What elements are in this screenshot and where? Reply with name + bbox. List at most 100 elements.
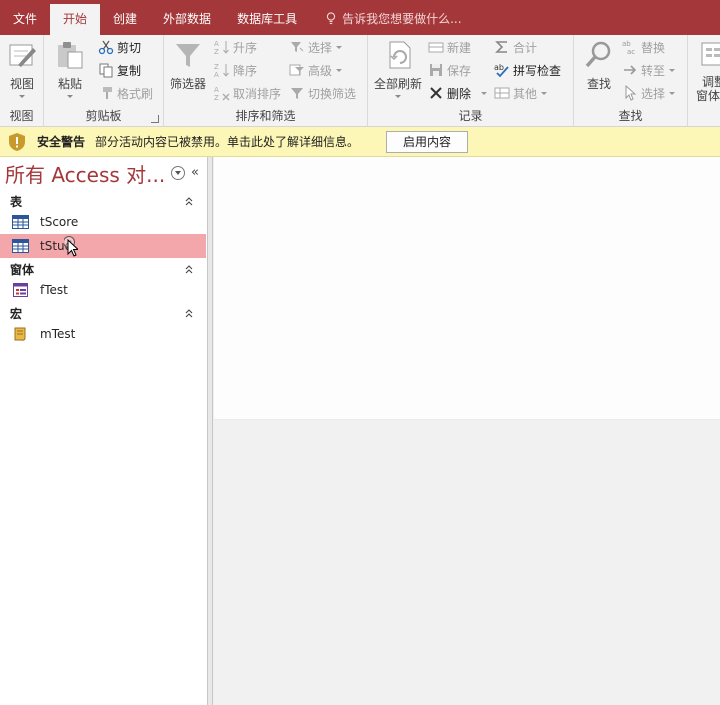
group-label-clipboard: 剪贴板 bbox=[85, 109, 122, 123]
toggle-filter-icon bbox=[291, 88, 303, 99]
table-grid-icon bbox=[494, 87, 510, 99]
select-button[interactable]: 选择 bbox=[622, 83, 676, 103]
sort-descending-icon: ZA bbox=[214, 63, 229, 78]
view-button[interactable]: 视图 bbox=[6, 39, 38, 98]
nav-item-ftest[interactable]: fTest bbox=[0, 278, 207, 302]
delete-x-icon bbox=[430, 87, 442, 99]
form-icon bbox=[13, 283, 28, 297]
table-icon bbox=[12, 215, 29, 229]
svg-text:ac: ac bbox=[627, 48, 635, 55]
view-design-icon bbox=[9, 44, 36, 67]
sigma-icon bbox=[495, 41, 507, 53]
clear-sort-icon: AZ bbox=[214, 86, 230, 101]
sort-ascending-icon: AZ bbox=[214, 40, 229, 55]
macro-scroll-icon bbox=[14, 327, 26, 341]
nav-title[interactable]: 所有 Access 对... bbox=[5, 159, 165, 188]
new-record-icon bbox=[428, 42, 444, 53]
group-label-views: 视图 bbox=[9, 109, 34, 123]
format-painter-icon bbox=[103, 87, 112, 99]
svg-text:Z: Z bbox=[214, 63, 219, 71]
workspace-background bbox=[214, 157, 720, 420]
group-clipboard: 粘贴 剪切 复制 格式刷 剪贴板 bbox=[44, 35, 164, 126]
refresh-all-button[interactable]: 全部刷新 bbox=[374, 39, 422, 98]
tab-external-data[interactable]: 外部数据 bbox=[150, 4, 224, 32]
enable-content-button[interactable]: 启用内容 bbox=[386, 130, 469, 153]
scissors-icon bbox=[98, 40, 114, 55]
group-records: 全部刷新 新建 保存 删除 合计 ab 拼写检查 其他 记录 bbox=[368, 35, 574, 126]
tell-me-box[interactable]: 告诉我您想要做什么... bbox=[326, 4, 462, 32]
replace-icon: abac bbox=[622, 40, 635, 55]
copy-button[interactable]: 复制 bbox=[98, 60, 141, 80]
tab-database-tools[interactable]: 数据库工具 bbox=[224, 4, 310, 32]
document-workspace bbox=[214, 157, 720, 705]
group-sort-filter: 筛选器 AZ 升序 ZA 降序 AZ 取消排序 选择 高级 切换筛选 排序和筛选 bbox=[164, 35, 368, 126]
security-warning-bar[interactable]: 安全警告 部分活动内容已被禁用。单击此处了解详细信息。 启用内容 bbox=[0, 127, 720, 157]
toggle-filter-button[interactable]: 切换筛选 bbox=[289, 83, 356, 103]
nav-section-macros[interactable]: 宏 bbox=[0, 304, 207, 322]
svg-text:A: A bbox=[214, 86, 219, 94]
paste-button[interactable]: 粘贴 bbox=[54, 39, 86, 98]
nav-section-tables[interactable]: 表 bbox=[0, 192, 207, 210]
mouse-cursor-icon bbox=[64, 236, 78, 257]
spelling-button[interactable]: ab 拼写检查 bbox=[494, 60, 561, 80]
selection-filter-icon bbox=[291, 42, 304, 52]
save-icon bbox=[430, 64, 442, 76]
paste-icon bbox=[58, 42, 83, 69]
tab-home[interactable]: 开始 bbox=[50, 4, 101, 35]
group-label-find: 查找 bbox=[618, 109, 643, 123]
nav-item-mtest[interactable]: mTest bbox=[0, 322, 207, 346]
clipboard-launcher[interactable] bbox=[151, 115, 159, 123]
size-to-fit-form-button[interactable]: 调整 窗体大 bbox=[696, 39, 720, 103]
svg-text:ab: ab bbox=[622, 40, 631, 48]
sort-ascending-button[interactable]: AZ 升序 bbox=[214, 37, 257, 57]
advanced-filter-button[interactable]: 高级 bbox=[289, 60, 343, 80]
nav-menu-chevron-icon[interactable] bbox=[171, 166, 185, 180]
new-record-button[interactable]: 新建 bbox=[428, 37, 471, 57]
svg-text:Z: Z bbox=[214, 94, 219, 101]
group-views: 视图 视图 bbox=[0, 35, 44, 126]
group-label-sort-filter: 排序和筛选 bbox=[235, 109, 296, 123]
nav-pane-splitter[interactable] bbox=[208, 157, 213, 705]
save-record-button[interactable]: 保存 bbox=[428, 60, 471, 80]
nav-header[interactable]: 所有 Access 对... « bbox=[0, 157, 207, 189]
ribbon-tab-bar: 文件 开始 创建 外部数据 数据库工具 告诉我您想要做什么... bbox=[0, 0, 720, 35]
copy-icon bbox=[99, 63, 113, 78]
advanced-filter-icon bbox=[289, 64, 304, 76]
sort-descending-button[interactable]: ZA 降序 bbox=[214, 60, 257, 80]
svg-text:A: A bbox=[214, 71, 219, 78]
goto-button[interactable]: 转至 bbox=[622, 60, 676, 80]
section-collapse-icon[interactable] bbox=[184, 264, 194, 274]
totals-button[interactable]: 合计 bbox=[494, 37, 537, 57]
svg-text:A: A bbox=[214, 40, 219, 48]
cut-button[interactable]: 剪切 bbox=[98, 37, 141, 57]
nav-item-tstud[interactable]: tStud bbox=[0, 234, 206, 258]
group-find: 查找 ab ac 替换 转至 选择 查找 bbox=[574, 35, 688, 126]
refresh-icon bbox=[389, 41, 411, 69]
lightbulb-icon bbox=[326, 11, 336, 24]
security-warning-message[interactable]: 部分活动内容已被禁用。单击此处了解详细信息。 bbox=[95, 133, 359, 150]
table-icon bbox=[12, 239, 29, 253]
format-painter-button[interactable]: 格式刷 bbox=[98, 83, 153, 103]
tab-create[interactable]: 创建 bbox=[100, 4, 150, 32]
more-button[interactable]: 其他 bbox=[494, 83, 548, 103]
section-collapse-icon[interactable] bbox=[184, 196, 194, 206]
clear-sort-button[interactable]: AZ 取消排序 bbox=[214, 83, 281, 103]
security-warning-title: 安全警告 bbox=[37, 135, 86, 149]
navigation-pane: 所有 Access 对... « 表 tScore tStud 窗体 fTest… bbox=[0, 157, 208, 705]
nav-section-forms[interactable]: 窗体 bbox=[0, 260, 207, 278]
spell-check-icon: ab bbox=[494, 63, 509, 78]
tab-file[interactable]: 文件 bbox=[0, 4, 50, 32]
nav-collapse-icon[interactable]: « bbox=[191, 165, 199, 180]
selection-filter-button[interactable]: 选择 bbox=[289, 37, 343, 57]
arrow-right-icon bbox=[624, 65, 637, 75]
filter-button[interactable]: 筛选器 bbox=[170, 39, 206, 92]
section-collapse-icon[interactable] bbox=[184, 308, 194, 318]
delete-record-button[interactable]: 删除 bbox=[428, 83, 488, 103]
nav-item-tscore[interactable]: tScore bbox=[0, 210, 207, 234]
shield-warning-icon bbox=[9, 132, 25, 151]
pointer-icon bbox=[625, 85, 637, 101]
magnifier-icon bbox=[585, 41, 611, 68]
replace-button[interactable]: ab ac 替换 bbox=[622, 37, 665, 57]
find-button[interactable]: 查找 bbox=[583, 39, 615, 92]
svg-text:Z: Z bbox=[214, 48, 219, 55]
